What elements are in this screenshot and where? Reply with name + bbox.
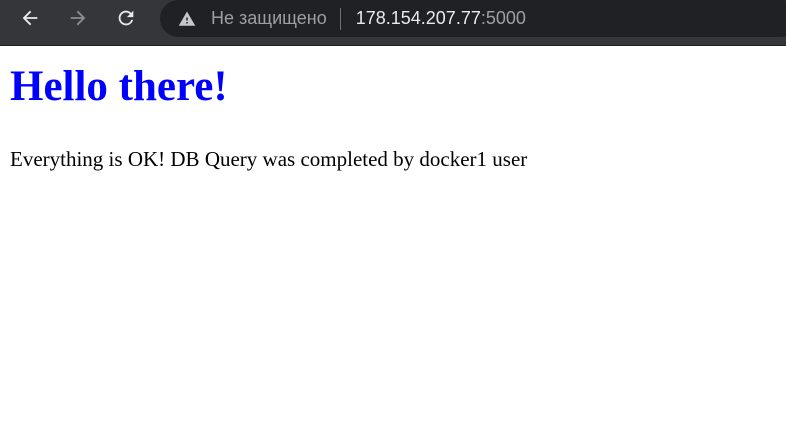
address-divider <box>339 7 341 30</box>
warning-triangle-icon <box>178 11 196 26</box>
page-heading: Hello there! <box>10 63 228 110</box>
security-label: Не защищено <box>211 8 327 28</box>
arrow-left-icon <box>22 10 38 26</box>
browser-toolbar: Не защищено 178.154.207.77:5000 <box>0 0 786 46</box>
security-indicator[interactable]: Не защищено <box>178 0 327 37</box>
url-port[interactable]: :5000 <box>481 8 526 29</box>
status-message: Everything is OK! DB Query was completed… <box>10 147 528 171</box>
reload-icon <box>118 10 134 26</box>
address-bar[interactable]: Не защищено 178.154.207.77:5000 <box>160 0 786 37</box>
forward-button[interactable] <box>61 4 95 32</box>
reload-button[interactable] <box>109 4 143 32</box>
page-content: Hello there! Everything is OK! DB Query … <box>0 46 786 431</box>
back-button[interactable] <box>13 4 47 32</box>
arrow-right-icon <box>70 10 86 26</box>
url-host[interactable]: 178.154.207.77 <box>356 8 481 29</box>
